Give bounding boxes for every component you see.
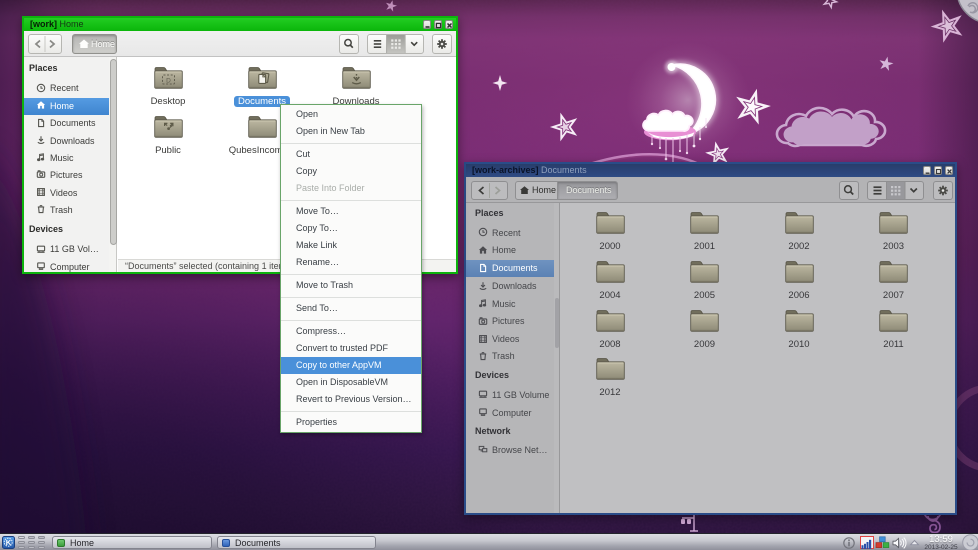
svg-text:K: K	[6, 538, 12, 547]
svg-text:D: D	[166, 77, 171, 84]
